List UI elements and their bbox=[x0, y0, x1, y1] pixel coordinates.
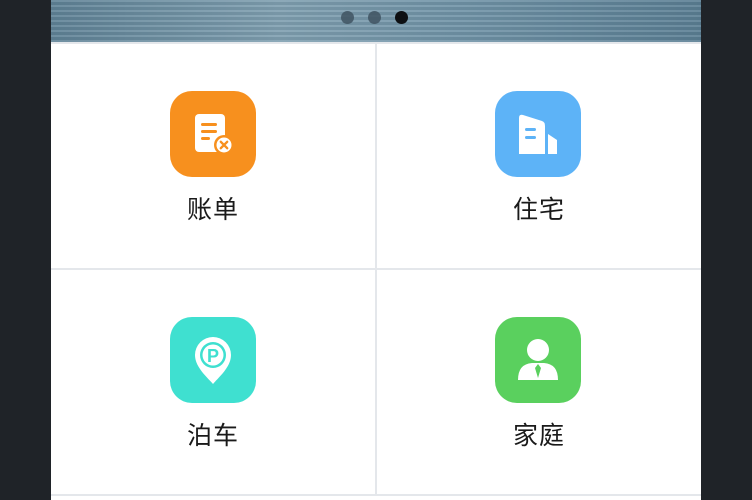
grid-item-family[interactable]: 家庭 bbox=[377, 270, 701, 496]
parking-pin-icon: P bbox=[170, 317, 256, 403]
grid-item-bill[interactable]: 账单 bbox=[51, 44, 377, 270]
grid-item-label: 账单 bbox=[186, 195, 239, 224]
grid-item-parking[interactable]: P 泊车 bbox=[51, 270, 377, 496]
building-icon bbox=[495, 91, 581, 177]
service-grid: 账单 住宅 P 泊车 家庭 bbox=[51, 42, 701, 500]
svg-text:P: P bbox=[207, 346, 219, 366]
carousel-dot-active[interactable] bbox=[395, 10, 408, 24]
carousel-indicator bbox=[341, 10, 408, 24]
grid-item-label: 泊车 bbox=[186, 421, 239, 450]
grid-item-label: 家庭 bbox=[512, 421, 565, 450]
carousel-dot[interactable] bbox=[341, 10, 354, 24]
person-icon bbox=[495, 317, 581, 403]
app-screen: 账单 住宅 P 泊车 家庭 bbox=[51, 0, 701, 500]
carousel-dot[interactable] bbox=[368, 10, 381, 24]
bill-icon bbox=[170, 91, 256, 177]
grid-item-residence[interactable]: 住宅 bbox=[377, 44, 701, 270]
grid-item-label: 住宅 bbox=[512, 195, 565, 224]
banner-carousel[interactable] bbox=[51, 0, 701, 42]
